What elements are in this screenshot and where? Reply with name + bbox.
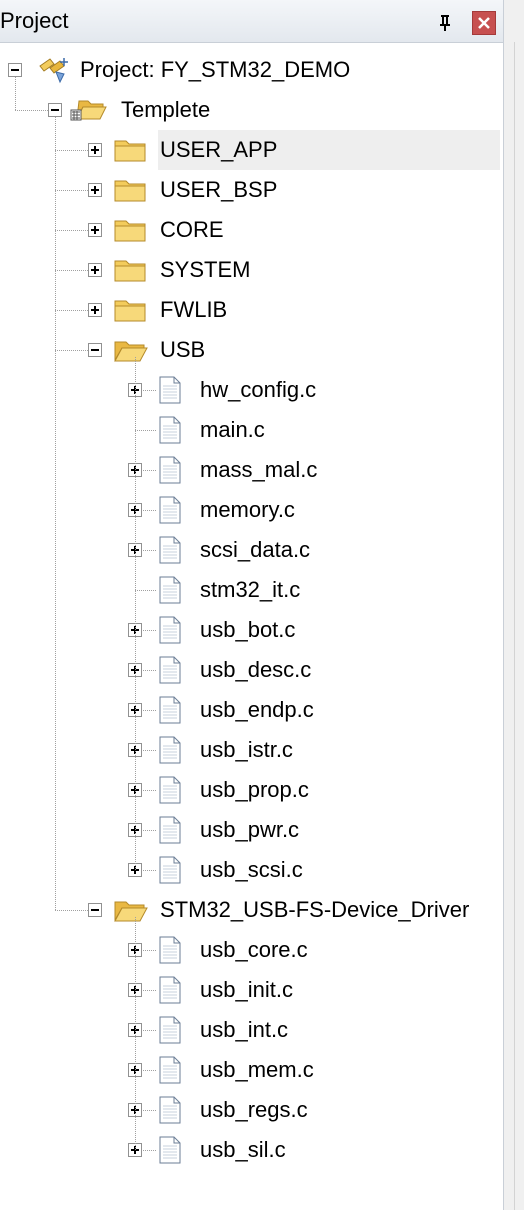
- tree-file-stm32-it-c[interactable]: stm32_it.c: [200, 570, 300, 610]
- c-file-icon: [158, 736, 182, 769]
- tree-line: [55, 310, 88, 311]
- divider: [514, 42, 515, 1210]
- tree-line: [135, 430, 156, 431]
- c-file-icon: [158, 576, 182, 609]
- open-folder-icon: [114, 898, 148, 929]
- folder-icon: [114, 138, 146, 167]
- tree-file-mass-mal-c[interactable]: mass_mal.c: [200, 450, 317, 490]
- tree-line: [15, 77, 16, 110]
- c-file-icon: [158, 656, 182, 689]
- c-file-icon: [158, 856, 182, 889]
- tree-line: [55, 230, 88, 231]
- tree-file-main-c[interactable]: main.c: [200, 410, 265, 450]
- tree-file-usb-bot-c[interactable]: usb_bot.c: [200, 610, 295, 650]
- tree-group-user-bsp[interactable]: USER_BSP: [160, 170, 277, 210]
- tree-file-usb-init-c[interactable]: usb_init.c: [200, 970, 293, 1010]
- c-file-icon: [158, 776, 182, 809]
- tree-line: [15, 110, 48, 111]
- tree-line: [135, 590, 156, 591]
- tree-file-usb-core-c[interactable]: usb_core.c: [200, 930, 308, 970]
- tree-line: [135, 357, 136, 870]
- expand-toggle[interactable]: [88, 303, 102, 317]
- tree-group-usb[interactable]: USB: [160, 330, 205, 370]
- project-tree: Project: FY_STM32_DEMO Templete USER_APP US…: [0, 42, 503, 1210]
- c-file-icon: [158, 456, 182, 489]
- expand-toggle[interactable]: [88, 263, 102, 277]
- pin-icon[interactable]: [436, 12, 456, 32]
- panel-title: Project: [0, 8, 69, 33]
- tree-file-usb-regs-c[interactable]: usb_regs.c: [200, 1090, 308, 1130]
- c-file-icon: [158, 536, 182, 569]
- c-file-icon: [158, 1096, 182, 1129]
- close-icon[interactable]: [472, 11, 496, 35]
- tree-file-scsi-data-c[interactable]: scsi_data.c: [200, 530, 310, 570]
- c-file-icon: [158, 1016, 182, 1049]
- c-file-icon: [158, 936, 182, 969]
- c-file-icon: [158, 416, 182, 449]
- tree-file-usb-desc-c[interactable]: usb_desc.c: [200, 650, 311, 690]
- folder-icon: [114, 218, 146, 247]
- expand-toggle[interactable]: [88, 143, 102, 157]
- expand-toggle[interactable]: [88, 223, 102, 237]
- folder-icon: [114, 178, 146, 207]
- folder-icon: [114, 298, 146, 327]
- c-file-icon: [158, 1136, 182, 1169]
- target-folder-icon: [70, 96, 110, 129]
- tree-line: [55, 270, 88, 271]
- collapse-toggle[interactable]: [88, 903, 102, 917]
- tree-file-usb-pwr-c[interactable]: usb_pwr.c: [200, 810, 299, 850]
- tree-line: [55, 150, 88, 151]
- folder-icon: [114, 258, 146, 287]
- tree-target-templete[interactable]: Templete: [121, 90, 210, 130]
- c-file-icon: [158, 616, 182, 649]
- tree-file-usb-mem-c[interactable]: usb_mem.c: [200, 1050, 314, 1090]
- tree-file-hw-config-c[interactable]: hw_config.c: [200, 370, 316, 410]
- tree-file-usb-int-c[interactable]: usb_int.c: [200, 1010, 288, 1050]
- panel-header: Project: [0, 0, 503, 43]
- tree-root-project[interactable]: Project: FY_STM32_DEMO: [80, 50, 350, 90]
- tree-group-core[interactable]: CORE: [160, 210, 224, 250]
- expand-toggle[interactable]: [88, 183, 102, 197]
- tree-line: [55, 350, 88, 351]
- tree-line: [135, 917, 136, 1150]
- collapse-toggle[interactable]: [48, 103, 62, 117]
- tree-group-system[interactable]: SYSTEM: [160, 250, 250, 290]
- c-file-icon: [158, 696, 182, 729]
- tree-file-usb-scsi-c[interactable]: usb_scsi.c: [200, 850, 303, 890]
- tree-file-memory-c[interactable]: memory.c: [200, 490, 295, 530]
- tree-line: [55, 910, 88, 911]
- c-file-icon: [158, 496, 182, 529]
- tree-file-usb-istr-c[interactable]: usb_istr.c: [200, 730, 293, 770]
- open-folder-icon: [114, 338, 148, 369]
- c-file-icon: [158, 1056, 182, 1089]
- tree-line: [55, 190, 88, 191]
- c-file-icon: [158, 376, 182, 409]
- tree-group-stm32-usb-fs-device-driver[interactable]: STM32_USB-FS-Device_Driver: [160, 890, 469, 930]
- c-file-icon: [158, 816, 182, 849]
- tree-group-fwlib[interactable]: FWLIB: [160, 290, 227, 330]
- tree-line: [55, 117, 56, 910]
- tree-file-usb-prop-c[interactable]: usb_prop.c: [200, 770, 309, 810]
- tree-file-usb-sil-c[interactable]: usb_sil.c: [200, 1130, 286, 1170]
- tree-group-user-app[interactable]: USER_APP: [160, 130, 277, 170]
- c-file-icon: [158, 976, 182, 1009]
- collapse-toggle[interactable]: [88, 343, 102, 357]
- project-icon: [36, 56, 70, 89]
- collapse-toggle[interactable]: [8, 63, 22, 77]
- tree-file-usb-endp-c[interactable]: usb_endp.c: [200, 690, 314, 730]
